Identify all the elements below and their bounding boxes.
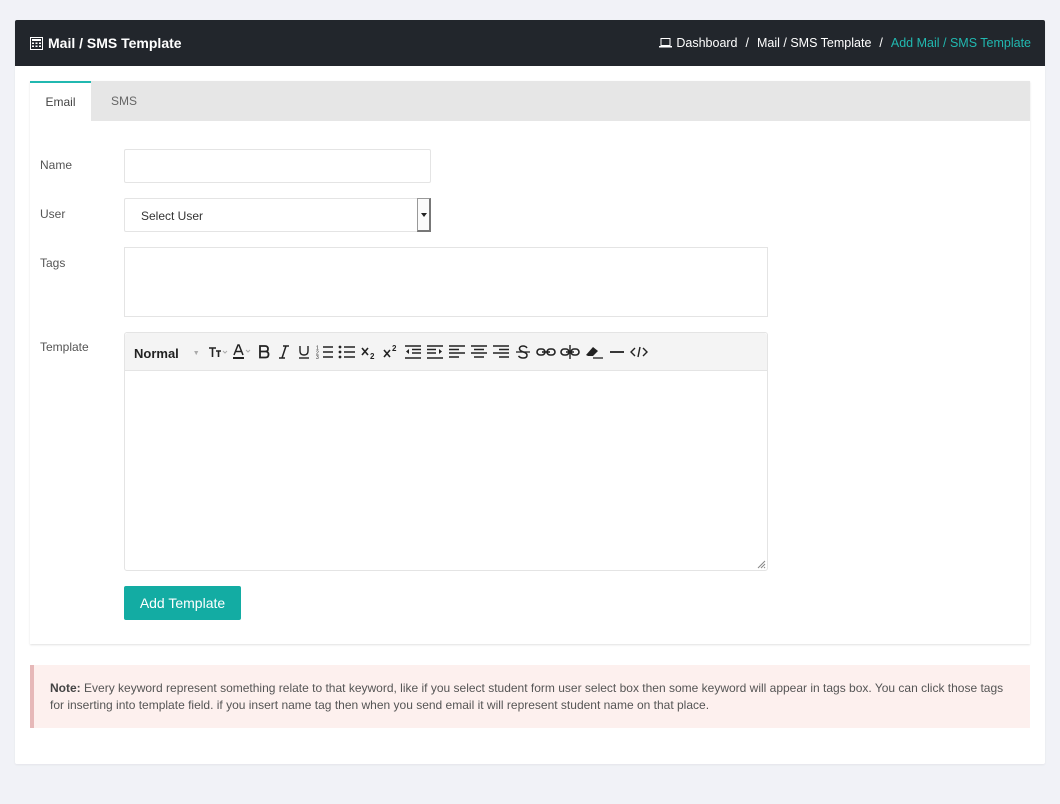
ordered-list-icon: 123 xyxy=(316,345,333,359)
laptop-icon xyxy=(659,38,673,48)
tags-row: Tags xyxy=(40,247,768,317)
editor-content-area[interactable] xyxy=(125,371,767,570)
page-title-text: Mail / SMS Template xyxy=(48,35,182,51)
horizontal-rule-button[interactable] xyxy=(608,342,626,362)
link-button[interactable] xyxy=(536,342,556,362)
tab-email[interactable]: Email xyxy=(30,81,91,121)
outdent-button[interactable] xyxy=(404,342,422,362)
superscript-icon: 2 xyxy=(383,344,397,358)
svg-text:3: 3 xyxy=(316,355,319,359)
subscript-button[interactable]: 2 xyxy=(360,342,378,362)
underline-icon xyxy=(299,345,309,359)
breadcrumb-separator: / xyxy=(745,36,749,50)
align-center-button[interactable] xyxy=(470,342,488,362)
select-arrow-button[interactable] xyxy=(417,198,431,232)
format-dropdown-label: Normal xyxy=(134,345,179,361)
font-size-icon xyxy=(209,346,228,357)
link-icon xyxy=(536,347,556,356)
breadcrumb: Dashboard / Mail / SMS Template / Add Ma… xyxy=(659,36,1031,50)
name-row: Name xyxy=(40,149,431,183)
unlink-icon xyxy=(560,344,580,359)
bullet-list-icon xyxy=(338,345,355,358)
breadcrumb-current: Add Mail / SMS Template xyxy=(890,36,1031,50)
align-right-icon xyxy=(493,344,509,358)
strikethrough-icon xyxy=(516,344,530,359)
resize-handle-icon[interactable] xyxy=(757,560,766,569)
bullet-list-button[interactable] xyxy=(338,342,356,362)
indent-icon xyxy=(427,344,443,359)
add-template-button[interactable]: Add Template xyxy=(124,586,241,620)
clear-format-button[interactable] xyxy=(584,342,604,362)
note-box: Note: Every keyword represent something … xyxy=(30,665,1030,728)
bold-icon xyxy=(259,344,270,358)
ordered-list-button[interactable]: 123 xyxy=(316,342,334,362)
page-title: Mail / SMS Template xyxy=(30,35,182,51)
template-form-card: Email SMS Name User Select User Tags Tem… xyxy=(30,81,1030,644)
superscript-button[interactable]: 2 xyxy=(382,342,400,362)
unlink-button[interactable] xyxy=(560,342,580,362)
italic-icon xyxy=(279,344,289,359)
tags-label: Tags xyxy=(40,256,66,270)
outdent-icon xyxy=(405,344,421,359)
template-label: Template xyxy=(40,340,89,354)
svg-text:2: 2 xyxy=(370,352,375,360)
indent-button[interactable] xyxy=(426,342,444,362)
panel-header: Mail / SMS Template Dashboard / Mail / S… xyxy=(15,20,1045,66)
align-left-icon xyxy=(449,344,465,358)
breadcrumb-dashboard-label: Dashboard xyxy=(676,36,738,50)
tab-bar: Email SMS xyxy=(30,81,1030,121)
caret-down-icon xyxy=(420,212,427,217)
horizontal-rule-icon xyxy=(610,350,624,353)
editor-toolbar: Normal ▼ 1 2 3 2 2 xyxy=(125,333,767,371)
template-row: Template Normal ▼ 1 2 3 2 2 xyxy=(40,332,768,571)
format-dropdown[interactable]: Normal ▼ xyxy=(134,342,204,362)
font-color-icon xyxy=(233,343,251,359)
align-center-icon xyxy=(471,344,487,358)
subscript-icon: 2 xyxy=(361,346,375,360)
font-color-button[interactable] xyxy=(232,342,252,362)
user-select[interactable]: Select User xyxy=(124,198,431,232)
name-label: Name xyxy=(40,158,73,172)
strikethrough-button[interactable] xyxy=(514,342,532,362)
code-view-button[interactable] xyxy=(630,342,648,362)
main-panel: Mail / SMS Template Dashboard / Mail / S… xyxy=(15,20,1045,764)
breadcrumb-mail-sms-template[interactable]: Mail / SMS Template xyxy=(757,36,871,50)
breadcrumb-separator: / xyxy=(879,36,883,50)
bold-button[interactable] xyxy=(256,342,272,362)
eraser-icon xyxy=(586,346,603,359)
user-label: User xyxy=(40,207,66,221)
font-size-button[interactable] xyxy=(208,342,228,362)
note-text: Every keyword represent something relate… xyxy=(50,681,1004,712)
tags-box[interactable] xyxy=(124,247,768,317)
caret-down-icon: ▼ xyxy=(192,349,200,357)
svg-text:2: 2 xyxy=(392,344,397,353)
calculator-icon xyxy=(30,36,43,50)
underline-button[interactable] xyxy=(296,342,312,362)
align-right-button[interactable] xyxy=(492,342,510,362)
breadcrumb-dashboard[interactable]: Dashboard xyxy=(659,36,738,50)
tab-sms[interactable]: SMS xyxy=(91,81,157,121)
code-icon xyxy=(630,346,648,357)
template-editor: Normal ▼ 1 2 3 2 2 xyxy=(124,332,768,571)
name-input[interactable] xyxy=(124,149,431,183)
user-row: User Select User xyxy=(40,198,431,232)
user-select-value: Select User xyxy=(141,209,204,223)
italic-button[interactable] xyxy=(276,342,292,362)
align-left-button[interactable] xyxy=(448,342,466,362)
note-prefix: Note: xyxy=(50,681,81,695)
